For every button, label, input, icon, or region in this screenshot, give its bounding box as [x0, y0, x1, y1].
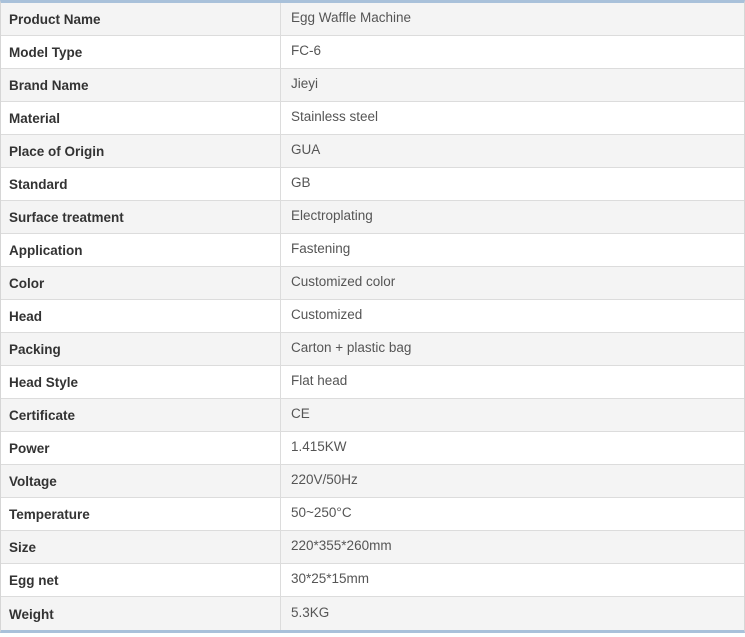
spec-label: Packing [1, 333, 281, 365]
spec-row-voltage: Voltage 220V/50Hz [1, 465, 744, 498]
spec-label: Product Name [1, 3, 281, 35]
spec-label: Surface treatment [1, 201, 281, 233]
spec-value: 220V/50Hz [291, 472, 358, 487]
spec-row-color: Color Customized color [1, 267, 744, 300]
spec-label: Color [1, 267, 281, 299]
spec-value: 5.3KG [291, 604, 330, 620]
spec-label: Application [1, 234, 281, 266]
spec-label: Place of Origin [1, 135, 281, 167]
spec-label: Weight [1, 597, 281, 630]
spec-label: Material [1, 102, 281, 134]
spec-value: 220*355*260mm [291, 538, 392, 553]
spec-row-model-type: Model Type FC-6 [1, 36, 744, 69]
spec-label: Head Style [1, 366, 281, 398]
spec-row-packing: Packing Carton + plastic bag [1, 333, 744, 366]
spec-label: Standard [1, 168, 281, 200]
spec-label: Certificate [1, 399, 281, 431]
spec-row-weight: Weight 5.3KG [1, 597, 744, 630]
spec-label: Size [1, 531, 281, 563]
spec-label: Head [1, 300, 281, 332]
spec-label: Model Type [1, 36, 281, 68]
spec-row-surface-treatment: Surface treatment Electroplating [1, 201, 744, 234]
spec-label: Brand Name [1, 69, 281, 101]
spec-label: Temperature [1, 498, 281, 530]
spec-value: CE [291, 406, 310, 421]
product-spec-table: Product Name Egg Waffle Machine Model Ty… [0, 0, 745, 633]
spec-row-temperature: Temperature 50~250°C [1, 498, 744, 531]
spec-value: 50~250°C [291, 505, 352, 520]
spec-value: Customized color [291, 274, 396, 289]
spec-label: Power [1, 432, 281, 464]
spec-label: Voltage [1, 465, 281, 497]
spec-row-place-of-origin: Place of Origin GUA [1, 135, 744, 168]
spec-row-brand-name: Brand Name Jieyi [1, 69, 744, 102]
spec-value: Stainless steel [291, 109, 379, 124]
spec-value: Fastening [291, 241, 351, 256]
spec-value: Carton + plastic bag [291, 340, 412, 355]
spec-value: Jieyi [291, 76, 319, 91]
spec-value: Electroplating [291, 208, 373, 223]
spec-value: GB [291, 175, 311, 190]
spec-value: Flat head [291, 373, 348, 388]
spec-row-product-name: Product Name Egg Waffle Machine [1, 3, 744, 36]
spec-row-head-style: Head Style Flat head [1, 366, 744, 399]
spec-value: GUA [291, 142, 321, 157]
spec-row-standard: Standard GB [1, 168, 744, 201]
spec-value: 1.415KW [291, 439, 347, 454]
spec-row-size: Size 220*355*260mm [1, 531, 744, 564]
spec-value: Customized [291, 307, 363, 322]
spec-row-material: Material Stainless steel [1, 102, 744, 135]
spec-label: Egg net [1, 564, 281, 596]
spec-row-application: Application Fastening [1, 234, 744, 267]
spec-value: FC-6 [291, 43, 321, 58]
spec-row-certificate: Certificate CE [1, 399, 744, 432]
spec-row-egg-net: Egg net 30*25*15mm [1, 564, 744, 597]
spec-value: Egg Waffle Machine [291, 10, 412, 25]
spec-row-head: Head Customized [1, 300, 744, 333]
spec-value: 30*25*15mm [291, 571, 370, 586]
spec-row-power: Power 1.415KW [1, 432, 744, 465]
